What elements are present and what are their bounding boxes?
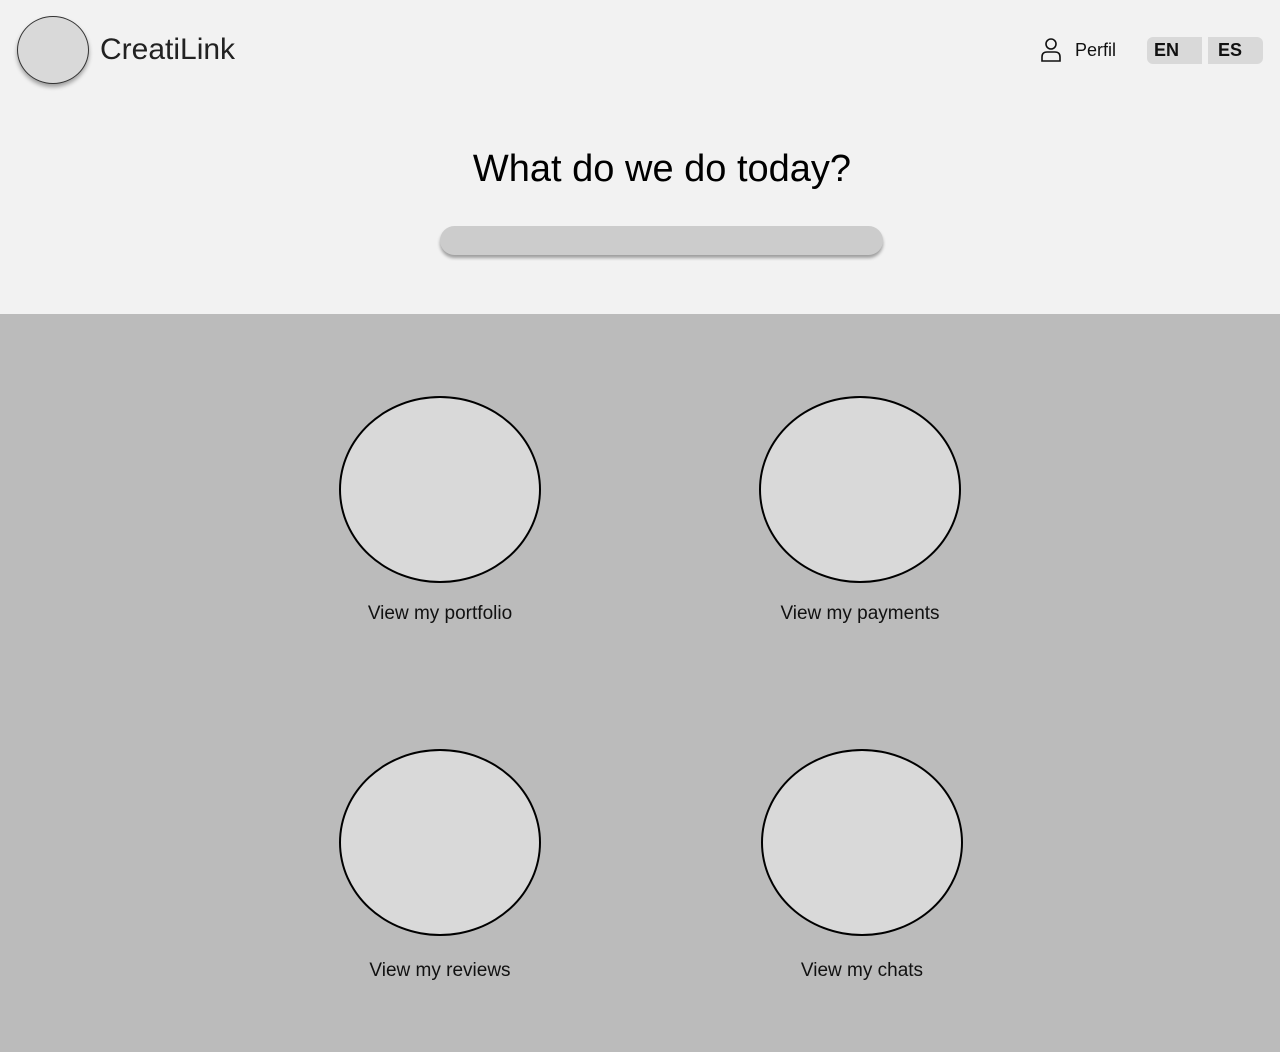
page-title: What do we do today?	[472, 148, 852, 190]
chats-icon[interactable]	[761, 749, 963, 936]
view-portfolio-option[interactable]: View my portfolio	[320, 396, 560, 626]
payments-icon[interactable]	[759, 396, 961, 583]
option-label: View my reviews	[369, 960, 511, 981]
option-label: View my portfolio	[367, 603, 513, 624]
profile-label: Perfil	[1075, 39, 1117, 60]
language-en-button[interactable]: EN	[1147, 37, 1202, 64]
option-label: View my chats	[800, 960, 924, 981]
brand-name: CreatiLink	[100, 33, 236, 66]
logo-icon[interactable]	[17, 16, 89, 84]
header: CreatiLink Perfil EN ES What do we do to…	[0, 0, 1280, 314]
view-payments-option[interactable]: View my payments	[740, 396, 980, 626]
search-input[interactable]	[440, 226, 883, 255]
user-icon	[1040, 37, 1062, 63]
view-reviews-option[interactable]: View my reviews	[320, 749, 560, 983]
portfolio-icon[interactable]	[339, 396, 541, 583]
language-es-button[interactable]: ES	[1208, 37, 1263, 64]
view-chats-option[interactable]: View my chats	[742, 749, 982, 983]
options-panel: View my portfolio View my payments View …	[0, 314, 1280, 1052]
option-label: View my payments	[780, 603, 940, 624]
profile-link[interactable]: Perfil	[1040, 36, 1116, 64]
reviews-icon[interactable]	[339, 749, 541, 936]
